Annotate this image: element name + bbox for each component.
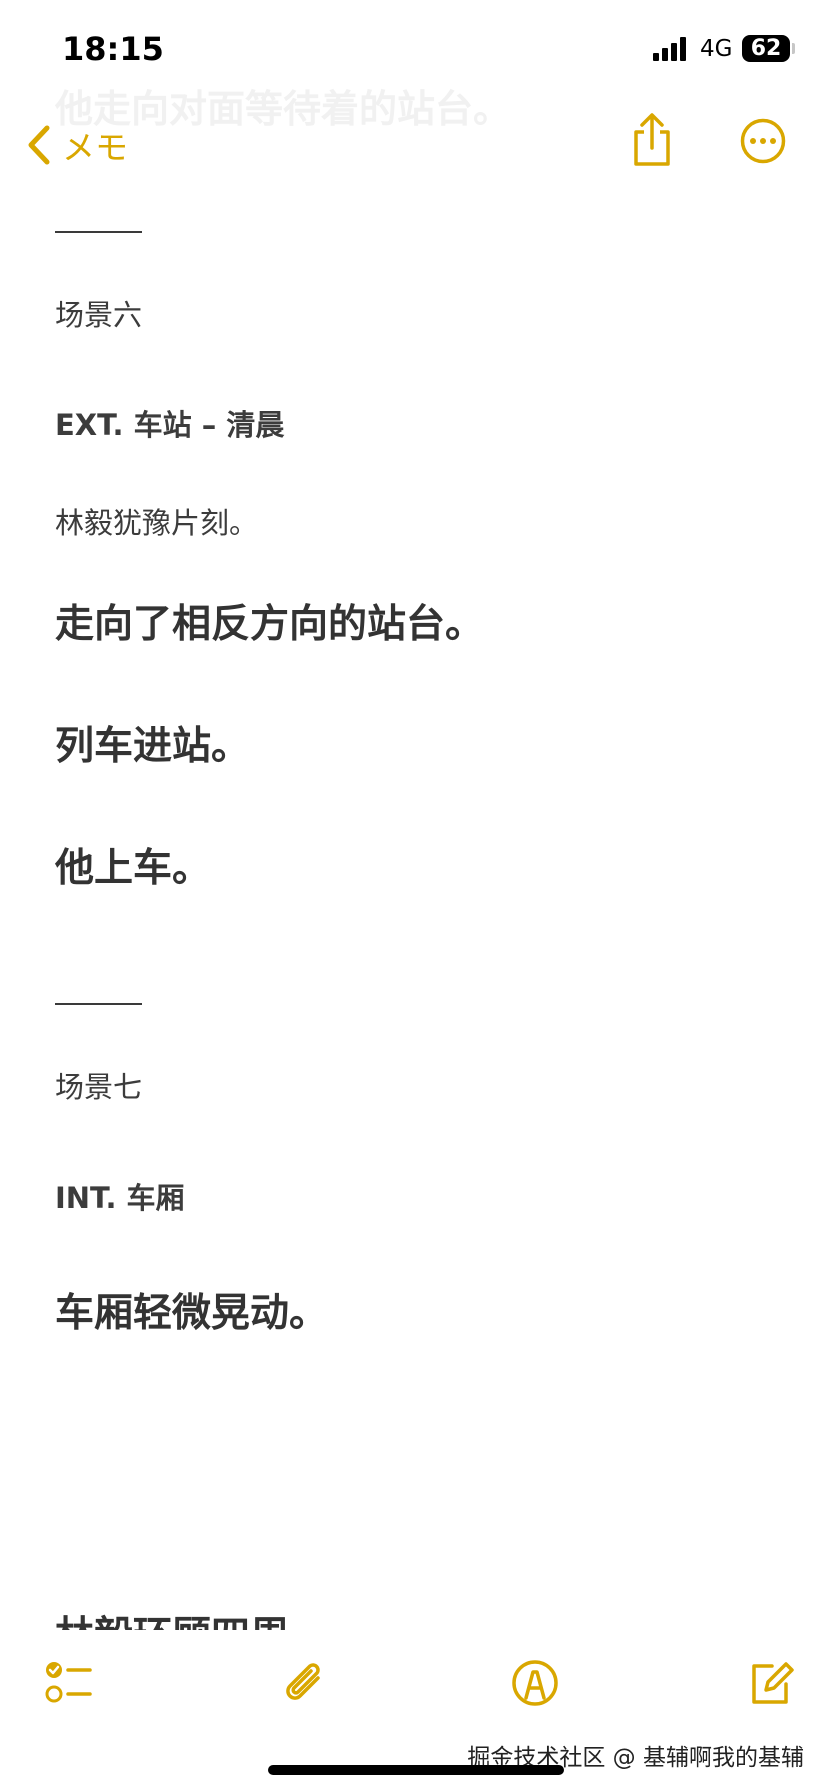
- network-type: 4G: [700, 36, 733, 62]
- section-divider: [55, 231, 142, 233]
- scene-heading: INT. 车厢: [55, 1181, 185, 1215]
- navigation-bar: メモ: [0, 100, 828, 200]
- section-divider: [55, 1003, 142, 1005]
- note-line-partial: 林毅环顾四周。: [55, 1605, 328, 1630]
- status-time: 18:15: [62, 30, 164, 68]
- back-label: メモ: [62, 128, 128, 167]
- note-line: 他上车。: [55, 846, 212, 891]
- ellipsis-circle-icon: [740, 118, 786, 164]
- chevron-left-icon: [28, 125, 50, 165]
- more-button[interactable]: [740, 118, 786, 164]
- attach-button[interactable]: [280, 1658, 330, 1708]
- back-button[interactable]: メモ: [26, 120, 128, 170]
- pen-circle-icon: [512, 1660, 558, 1706]
- note-line: 林毅犹豫片刻。: [55, 506, 259, 540]
- battery-icon: 62: [742, 35, 795, 62]
- checklist-icon: [45, 1662, 92, 1703]
- status-bar: 18:15 4G 62: [0, 0, 828, 100]
- cellular-signal-icon: [653, 37, 693, 61]
- home-indicator: [268, 1765, 564, 1775]
- scene-label: 场景七: [55, 1070, 143, 1104]
- scene-label: 场景六: [55, 298, 143, 332]
- paperclip-icon: [286, 1663, 320, 1700]
- share-button[interactable]: [628, 112, 676, 168]
- compose-icon: [752, 1662, 794, 1704]
- battery-level: 62: [750, 36, 782, 61]
- checklist-button[interactable]: [44, 1658, 94, 1708]
- note-body[interactable]: 场景六 EXT. 车站 – 清晨 林毅犹豫片刻。 走向了相反方向的站台。 列车进…: [0, 200, 828, 1630]
- note-line: 走向了相反方向的站台。: [55, 602, 485, 647]
- compose-button[interactable]: [746, 1658, 796, 1708]
- share-icon: [634, 113, 670, 166]
- scene-heading: EXT. 车站 – 清晨: [55, 408, 285, 442]
- note-line: 车厢轻微晃动。: [55, 1291, 329, 1336]
- markup-button[interactable]: [510, 1658, 560, 1708]
- note-line: 列车进站。: [55, 724, 251, 769]
- bottom-toolbar: [0, 1640, 828, 1730]
